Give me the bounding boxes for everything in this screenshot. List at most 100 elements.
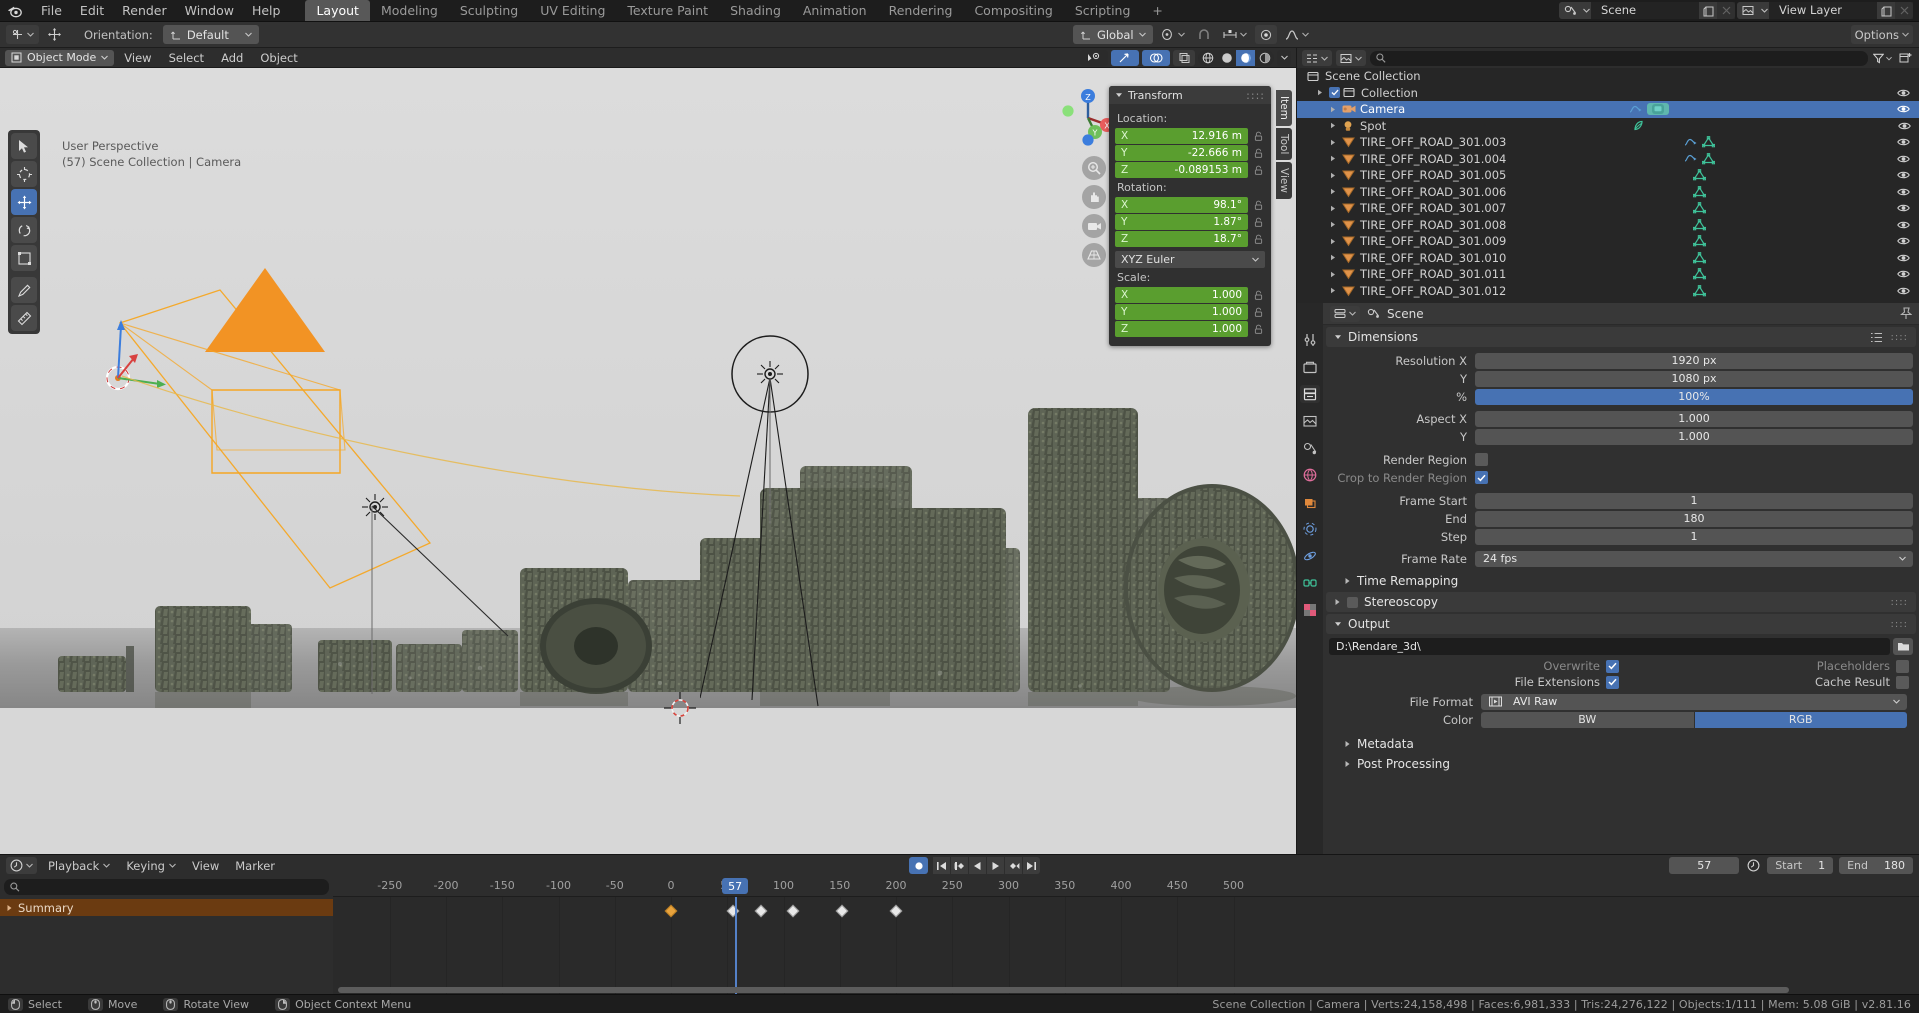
- mesh-data-icon[interactable]: [1693, 251, 1707, 264]
- menu-file[interactable]: File: [32, 1, 71, 20]
- frame-rate-value[interactable]: 24 fps: [1475, 550, 1913, 567]
- n-panel-tab-tool[interactable]: Tool: [1276, 127, 1292, 161]
- outliner-search-input[interactable]: [1370, 50, 1868, 66]
- light-data-icon[interactable]: [1633, 120, 1646, 132]
- scene-new-copy-icon[interactable]: [1699, 2, 1717, 19]
- scale-x-row[interactable]: X 1.000: [1115, 287, 1265, 303]
- scale-z-field[interactable]: Z 1.000: [1115, 321, 1248, 337]
- panel-grip-icon[interactable]: ::::: [1891, 619, 1908, 630]
- properties-tab-tool[interactable]: [1300, 331, 1320, 349]
- location-x-row[interactable]: X 12.916 m: [1115, 128, 1265, 144]
- scene-chevron-down-icon[interactable]: [1581, 2, 1591, 19]
- jump-to-start-button[interactable]: [933, 857, 951, 874]
- toggle-perspective-ortho-icon[interactable]: [1082, 243, 1106, 267]
- resolution-y-value[interactable]: 1080 px: [1475, 370, 1913, 387]
- aspect-y-value[interactable]: 1.000: [1475, 428, 1913, 445]
- rotation-z-row[interactable]: Z 18.7°: [1115, 231, 1265, 247]
- rotation-x-field[interactable]: X 98.1°: [1115, 197, 1248, 213]
- frame-range-end-field[interactable]: End 180: [1839, 857, 1913, 874]
- animation-icon[interactable]: [1684, 153, 1697, 164]
- current-frame-field[interactable]: 57: [1669, 857, 1740, 874]
- outliner-search-field[interactable]: [1389, 51, 1862, 65]
- properties-tab-object[interactable]: [1300, 493, 1320, 511]
- scene-unlink-icon[interactable]: [1717, 2, 1735, 19]
- section-output[interactable]: Output ::::: [1326, 614, 1916, 634]
- color-mode-rgb[interactable]: RGB: [1694, 711, 1907, 728]
- overlays-toggle[interactable]: [1142, 49, 1170, 66]
- outliner-row-tire-off-road-301-008[interactable]: TIRE_OFF_ROAD_301.008: [1297, 217, 1919, 234]
- rotation-y-field[interactable]: Y 1.87°: [1115, 214, 1248, 230]
- output-path-field[interactable]: D:\Rendare_3d\: [1329, 638, 1890, 655]
- properties-tab-output[interactable]: [1300, 385, 1320, 403]
- shading-wireframe-icon[interactable]: [1198, 50, 1217, 66]
- expand-toggle-icon[interactable]: [1330, 287, 1339, 294]
- mesh-data-icon[interactable]: [1693, 202, 1707, 214]
- snap-pivot-icon[interactable]: [1157, 25, 1189, 44]
- shading-rendered-icon[interactable]: [1255, 50, 1274, 66]
- view-layer-chevron-down-icon[interactable]: [1759, 2, 1769, 19]
- properties-tab-modifiers[interactable]: [1300, 520, 1320, 538]
- xray-toggle[interactable]: [1173, 49, 1195, 66]
- workspace-tab-sculpting[interactable]: Sculpting: [449, 0, 529, 21]
- timeline-track-area[interactable]: -250-200-150-100-50050100150200250300350…: [333, 876, 1919, 994]
- outliner-row-spot[interactable]: Spot: [1297, 118, 1919, 135]
- visibility-selectability-dropdown[interactable]: [1080, 49, 1108, 66]
- outliner-row-tire-off-road-301-009[interactable]: TIRE_OFF_ROAD_301.009: [1297, 233, 1919, 250]
- render-region-row[interactable]: Render Region: [1323, 451, 1913, 468]
- mesh-data-icon[interactable]: [1693, 185, 1707, 198]
- timeline-keyframe[interactable]: [726, 904, 740, 918]
- shading-solid-icon[interactable]: [1217, 50, 1236, 66]
- timeline-channel-summary[interactable]: Summary: [0, 899, 333, 916]
- view-layer-new-copy-icon[interactable]: [1877, 2, 1895, 19]
- lock-scale-x-icon[interactable]: [1252, 288, 1265, 302]
- animation-icon[interactable]: [1684, 137, 1697, 148]
- resolution-percent-value[interactable]: 100%: [1475, 388, 1913, 405]
- expand-toggle-icon[interactable]: [1330, 254, 1339, 261]
- shading-mode-group[interactable]: [1198, 49, 1274, 66]
- lock-scale-z-icon[interactable]: [1252, 322, 1265, 336]
- outliner-row-tire-off-road-301-005[interactable]: TIRE_OFF_ROAD_301.005: [1297, 167, 1919, 184]
- scale-z-row[interactable]: Z 1.000: [1115, 321, 1265, 337]
- blender-logo-icon[interactable]: [6, 3, 24, 19]
- menu-help[interactable]: Help: [243, 1, 290, 20]
- expand-toggle-icon[interactable]: [1330, 139, 1339, 146]
- frame-start-value[interactable]: 1: [1475, 492, 1913, 509]
- snap-to-icon[interactable]: [1219, 25, 1251, 44]
- tool-select-box-icon[interactable]: [11, 133, 37, 159]
- expand-toggle-icon[interactable]: [1330, 221, 1339, 228]
- view-layer-selector[interactable]: View Layer: [1737, 2, 1913, 19]
- outliner-row-tire-off-road-301-006[interactable]: TIRE_OFF_ROAD_301.006: [1297, 184, 1919, 201]
- proportional-falloff-icon[interactable]: [1281, 25, 1313, 44]
- lock-location-z-icon[interactable]: [1252, 163, 1265, 177]
- timeline-editor-type-dropdown[interactable]: [6, 857, 37, 874]
- visibility-eye-icon[interactable]: [1897, 88, 1911, 98]
- pin-icon[interactable]: [1900, 307, 1912, 320]
- workspace-add-button[interactable]: +: [1141, 0, 1173, 21]
- section-dimensions[interactable]: Dimensions ::::: [1326, 327, 1916, 347]
- visibility-eye-icon[interactable]: [1897, 269, 1911, 279]
- view-layer-name-field[interactable]: View Layer: [1769, 2, 1877, 19]
- lock-rotation-z-icon[interactable]: [1252, 232, 1265, 246]
- n-panel-tab-item[interactable]: Item: [1276, 90, 1292, 126]
- location-x-field[interactable]: X 12.916 m: [1115, 128, 1248, 144]
- outliner-row-scene-collection[interactable]: Scene Collection: [1297, 68, 1919, 85]
- frame-rate-row[interactable]: Frame Rate 24 fps: [1323, 550, 1913, 567]
- expand-toggle-icon[interactable]: [1330, 122, 1339, 129]
- placeholders-group[interactable]: Placeholders: [1619, 659, 1913, 673]
- view-layer-unlink-icon[interactable]: [1895, 2, 1913, 19]
- stereoscopy-checkbox[interactable]: [1347, 596, 1358, 608]
- visibility-eye-icon[interactable]: [1897, 137, 1911, 147]
- viewport-menu-add[interactable]: Add: [214, 50, 250, 66]
- visibility-eye-icon[interactable]: [1897, 220, 1911, 230]
- move-tool-icon[interactable]: [43, 25, 66, 44]
- location-z-row[interactable]: Z -0.089153 m: [1115, 162, 1265, 178]
- aspect-x-row[interactable]: Aspect X 1.000: [1323, 410, 1913, 427]
- menu-edit[interactable]: Edit: [71, 1, 113, 20]
- workspace-tab-shading[interactable]: Shading: [719, 0, 792, 21]
- tool-rotate-icon[interactable]: [11, 217, 37, 243]
- resolution-x-row[interactable]: Resolution X 1920 px: [1323, 352, 1913, 369]
- workspace-tab-texture-paint[interactable]: Texture Paint: [616, 0, 719, 21]
- frame-start-row[interactable]: Frame Start 1: [1323, 492, 1913, 509]
- mesh-data-icon[interactable]: [1693, 284, 1707, 297]
- render-region-checkbox[interactable]: [1475, 453, 1488, 466]
